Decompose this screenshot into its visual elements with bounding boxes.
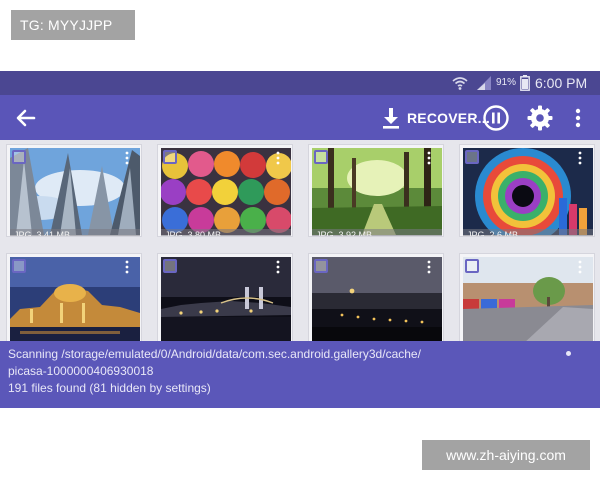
photo-card[interactable] — [6, 253, 142, 346]
select-checkbox[interactable] — [465, 150, 479, 164]
signal-icon — [477, 76, 491, 90]
more-vert-icon[interactable] — [425, 151, 433, 165]
select-checkbox[interactable] — [314, 150, 328, 164]
scan-path-continued: picasa-1000000406930018 — [8, 364, 154, 378]
progress-dot — [566, 351, 571, 356]
file-info-caption: JPG, 3.80 MB — [161, 229, 291, 236]
battery-icon — [520, 75, 530, 91]
select-checkbox[interactable] — [163, 259, 177, 273]
scan-path-line: Scanning /storage/emulated/0/Android/dat… — [8, 347, 421, 361]
file-info-caption: JPG, 3.41 MB — [10, 229, 140, 236]
app-toolbar: RECOVER... — [0, 95, 600, 140]
select-checkbox[interactable] — [12, 259, 26, 273]
photo-thumbnail — [10, 148, 140, 235]
more-vert-icon[interactable] — [274, 260, 282, 274]
more-vert-icon[interactable] — [576, 151, 584, 165]
photo-thumbnail — [161, 148, 291, 235]
photo-card[interactable]: JPG, 3.92 MB — [308, 144, 444, 237]
watermark-top: TG: MYYJJPP — [11, 10, 135, 40]
more-vert-icon[interactable] — [123, 151, 131, 165]
select-checkbox[interactable] — [465, 259, 479, 273]
download-icon — [383, 108, 399, 129]
photo-thumbnail — [312, 257, 442, 344]
photo-card[interactable]: JPG, 3.80 MB — [157, 144, 293, 237]
recover-button[interactable]: RECOVER... — [381, 103, 490, 133]
file-info-caption: JPG, 2.6 MB — [463, 229, 593, 236]
more-vert-icon[interactable] — [425, 260, 433, 274]
photo-card[interactable]: JPG, 2.6 MB — [459, 144, 595, 237]
photo-thumbnail — [463, 148, 593, 235]
photo-thumbnail — [161, 257, 291, 344]
arrow-left-icon[interactable] — [12, 105, 40, 131]
gear-icon[interactable] — [526, 104, 554, 132]
photo-grid: JPG, 3.41 MB JPG, 3.80 MB JPG, 3.92 MB J… — [6, 144, 595, 346]
more-vert-icon[interactable] — [568, 106, 588, 130]
recover-label: RECOVER... — [407, 110, 490, 126]
photo-card[interactable] — [157, 253, 293, 346]
watermark-bottom: www.zh-aiying.com — [422, 440, 590, 470]
pause-circle-icon[interactable] — [482, 104, 510, 132]
scan-status-panel: Scanning /storage/emulated/0/Android/dat… — [0, 341, 600, 408]
more-vert-icon[interactable] — [274, 151, 282, 165]
photo-card[interactable] — [459, 253, 595, 346]
screenshot-page: TG: MYYJJPP 91% 6:00 PM RECOVER... JPG, … — [0, 0, 600, 480]
status-bar: 91% 6:00 PM — [0, 71, 600, 95]
files-found-count: 191 files found (81 hidden by settings) — [8, 381, 211, 395]
photo-card[interactable]: JPG, 3.41 MB — [6, 144, 142, 237]
select-checkbox[interactable] — [163, 150, 177, 164]
photo-thumbnail — [463, 257, 593, 344]
more-vert-icon[interactable] — [123, 260, 131, 274]
file-info-caption: JPG, 3.92 MB — [312, 229, 442, 236]
photo-thumbnail — [10, 257, 140, 344]
more-vert-icon[interactable] — [576, 260, 584, 274]
wifi-icon — [452, 77, 468, 90]
battery-percent: 91% — [496, 77, 517, 88]
photo-card[interactable] — [308, 253, 444, 346]
phone-screen: 91% 6:00 PM RECOVER... JPG, 3.41 MB JPG,… — [0, 71, 600, 408]
clock: 6:00 PM — [535, 75, 588, 91]
select-checkbox[interactable] — [314, 259, 328, 273]
photo-thumbnail — [312, 148, 442, 235]
select-checkbox[interactable] — [12, 150, 26, 164]
